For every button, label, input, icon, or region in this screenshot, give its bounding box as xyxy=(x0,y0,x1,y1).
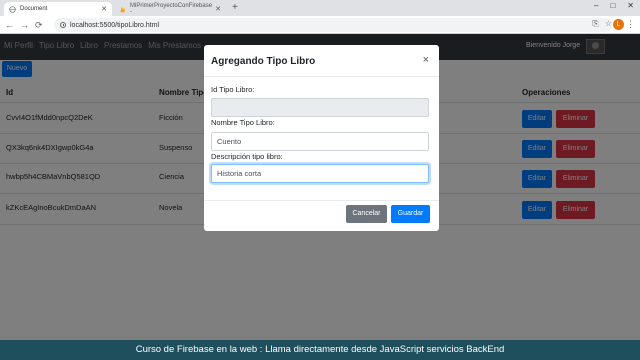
url-text: localhost:5500/tipoLibro.html xyxy=(70,21,160,29)
profile-avatar[interactable]: L xyxy=(613,19,624,30)
id-field[interactable] xyxy=(211,98,429,117)
forward-icon[interactable]: → xyxy=(20,19,29,31)
modal-title: Agregando Tipo Libro xyxy=(211,56,316,67)
nombre-label: Nombre Tipo Libro: xyxy=(211,118,275,127)
add-tipo-libro-modal: Agregando Tipo Libro × Id Tipo Libro: No… xyxy=(204,45,439,231)
globe-icon xyxy=(9,5,16,13)
cancel-button[interactable]: Cancelar xyxy=(346,205,387,223)
modal-header: Agregando Tipo Libro × xyxy=(204,45,439,77)
close-window-icon[interactable]: ✕ xyxy=(627,1,634,10)
bookmark-star-icon[interactable]: ☆ xyxy=(605,19,612,29)
info-icon[interactable] xyxy=(60,22,66,28)
descripcion-label: Descripción tipo libro: xyxy=(211,152,283,161)
back-icon[interactable]: ← xyxy=(5,19,14,31)
nombre-field[interactable]: Cuento xyxy=(211,132,429,151)
save-button[interactable]: Guardar xyxy=(391,205,430,223)
tab-title: MiPrimerProyectoConFirebase - xyxy=(130,3,213,15)
reload-icon[interactable]: ⟳ xyxy=(35,19,43,31)
course-caption: Curso de Firebase en la web : Llama dire… xyxy=(0,340,640,360)
address-bar[interactable]: localhost:5500/tipoLibro.html xyxy=(54,18,612,32)
tab-title: Document xyxy=(20,6,48,12)
close-tab-icon[interactable]: ✕ xyxy=(101,5,107,13)
new-tab-button[interactable]: + xyxy=(232,2,238,14)
close-tab-icon[interactable]: ✕ xyxy=(215,5,221,13)
window-controls: – □ ✕ xyxy=(594,1,634,10)
omnibox-actions: ⎘ ☆ xyxy=(592,19,612,29)
id-label: Id Tipo Libro: xyxy=(211,85,255,94)
descripcion-field[interactable]: Historia corta xyxy=(211,164,429,183)
translate-icon[interactable]: ⎘ xyxy=(592,19,598,29)
browser-tab-document[interactable]: Document ✕ xyxy=(4,2,112,16)
firebase-icon xyxy=(120,6,125,12)
browser-toolbar: ← → ⟳ localhost:5500/tipoLibro.html ⎘ ☆ … xyxy=(0,16,640,34)
browser-menu-icon[interactable]: ⋮ xyxy=(626,19,635,30)
browser-tabstrip: Document ✕ MiPrimerProyectoConFirebase -… xyxy=(0,0,640,16)
modal-footer-divider xyxy=(204,200,439,201)
browser-tab-firebase[interactable]: MiPrimerProyectoConFirebase - ✕ xyxy=(114,2,226,16)
close-icon[interactable]: × xyxy=(423,54,429,66)
maximize-icon[interactable]: □ xyxy=(610,1,615,10)
minimize-icon[interactable]: – xyxy=(594,1,598,10)
